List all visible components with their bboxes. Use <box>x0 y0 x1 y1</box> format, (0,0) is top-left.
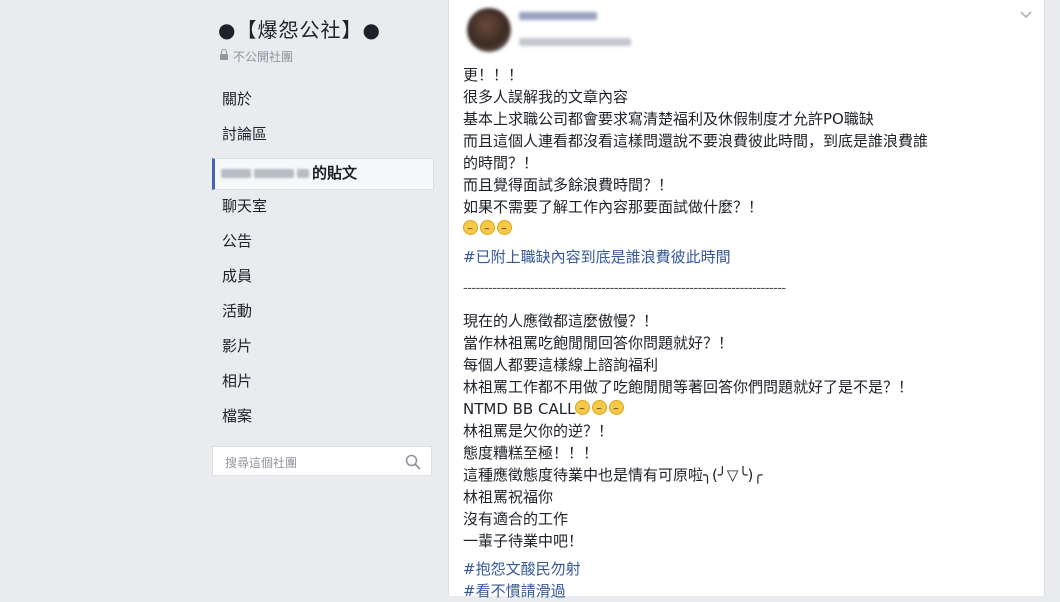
redacted-name <box>221 169 251 178</box>
group-search-box[interactable] <box>212 446 432 476</box>
divider-line: ----------------------------------------… <box>463 281 786 296</box>
post-text-line: 一輩子待業中吧！ <box>463 532 584 550</box>
post-text-line: 沒有適合的工作 <box>463 510 569 528</box>
sidebar-item-label: 檔案 <box>222 407 253 425</box>
sidebar-item-announcements[interactable]: 公告 <box>212 228 434 263</box>
sidebar-item-label: 討論區 <box>222 125 268 143</box>
post-text-line: 林祖罵是欠你的逆？！ <box>463 422 614 440</box>
sidebar-item-members[interactable]: 成員 <box>212 263 434 298</box>
frown-emoji-icon <box>609 400 625 415</box>
post-card: 更！！！ 很多人誤解我的文章內容 基本上求職公司都會要求寫清楚福利及休假制度才允… <box>448 0 1045 600</box>
sidebar-item-label: 關於 <box>222 90 253 108</box>
sidebar-item-videos[interactable]: 影片 <box>212 333 434 368</box>
emoji-row <box>463 218 1033 240</box>
sidebar-item-label: 的貼文 <box>312 164 358 182</box>
sidebar-item-label: 影片 <box>222 337 253 355</box>
post-text-line: 當作林祖罵吃飽閒閒回答你問題就好？！ <box>463 334 734 352</box>
sidebar-item-files[interactable]: 檔案 <box>212 403 434 438</box>
search-input[interactable] <box>223 453 397 473</box>
chevron-down-icon[interactable] <box>1020 11 1032 19</box>
frown-emoji-icon <box>497 220 512 235</box>
sidebar-item-label: 聊天室 <box>222 197 268 215</box>
hashtag-link[interactable]: #抱怨文酸民勿射 <box>463 558 1033 580</box>
frown-emoji-icon <box>575 400 591 415</box>
lock-icon <box>220 49 228 60</box>
post-text-line: 更！！！ <box>463 66 524 84</box>
post-text-line: 基本上求職公司都會要求寫清楚福利及休假制度才允許PO職缺 <box>463 110 874 128</box>
sidebar-item-discussion[interactable]: 討論區 <box>212 121 434 156</box>
sidebar-item-label: 活動 <box>222 302 253 320</box>
post-meta-redacted <box>519 38 631 46</box>
group-title[interactable]: ●【爆怨公社】● <box>218 14 381 43</box>
post-text-line: 很多人誤解我的文章內容 <box>463 88 629 106</box>
redacted-name <box>254 169 294 178</box>
hashtag-link[interactable]: #已附上職缺內容到底是誰浪費彼此時間 <box>463 246 1033 268</box>
sidebar-item-label: 公告 <box>222 232 253 250</box>
post-text-line: 現在的人應徵都這麼傲慢？！ <box>463 312 659 330</box>
post-text-line: 林祖罵祝福你 <box>463 488 554 506</box>
redacted-name <box>297 169 309 178</box>
privacy-text: 不公開社團 <box>233 50 294 64</box>
sidebar-item-photos[interactable]: 相片 <box>212 368 434 403</box>
post-text-line: 林祖罵工作都不用做了吃飽閒閒等著回答你們問題就好了是不是？！ <box>463 378 914 396</box>
sidebar-item-label: 成員 <box>222 267 253 285</box>
post-text-line: 如果不需要了解工作內容那要面試做什麼？！ <box>463 198 764 216</box>
post-body: 更！！！ 很多人誤解我的文章內容 基本上求職公司都會要求寫清楚福利及休假制度才允… <box>463 64 1033 602</box>
sidebar-nav: 關於 討論區 的貼文 聊天室 公告 成員 活動 影片 相片 檔案 <box>212 86 434 438</box>
privacy-label: 不公開社團 <box>220 48 293 65</box>
hashtag-link[interactable]: #看不慣請滑過 <box>463 580 1033 602</box>
ntmd-text: NTMD BB CALL <box>463 400 576 418</box>
author-name-redacted[interactable] <box>519 12 597 20</box>
sidebar-item-events[interactable]: 活動 <box>212 298 434 333</box>
frown-emoji-icon <box>463 220 478 235</box>
post-text-line: 每個人都要這樣線上諮詢福利 <box>463 356 659 374</box>
frown-emoji-icon <box>480 220 495 235</box>
post-text-line: 這種應徵態度待業中也是情有可原啦╮(╯▽╰)╭ <box>463 466 763 484</box>
search-icon[interactable] <box>405 454 421 470</box>
sidebar-item-about[interactable]: 關於 <box>212 86 434 121</box>
sidebar-item-member-posts[interactable]: 的貼文 <box>212 158 434 190</box>
frown-emoji-icon <box>592 400 608 415</box>
sidebar-item-label: 相片 <box>222 372 253 390</box>
post-text-line: 而且這個人連看都沒看這樣問還說不要浪費彼此時間，到底是誰浪費誰 <box>463 132 929 150</box>
post-text-line: NTMD BB CALL <box>463 398 1033 420</box>
post-text-line: 的時間？！ <box>463 154 539 172</box>
post-text-line: 而且覺得面試多餘浪費時間？！ <box>463 176 674 194</box>
sidebar-item-chat[interactable]: 聊天室 <box>212 193 434 228</box>
post-text-line: 態度糟糕至極！！！ <box>463 444 599 462</box>
author-avatar[interactable] <box>467 8 511 52</box>
